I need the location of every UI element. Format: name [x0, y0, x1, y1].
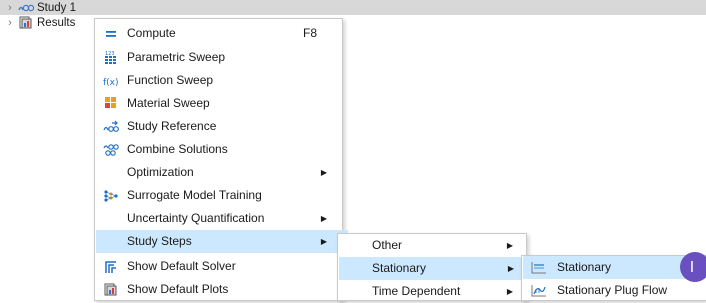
menu-item-label: Other — [372, 238, 403, 252]
solver-icon — [103, 259, 119, 274]
menu-item-compute[interactable]: Compute F8 — [96, 22, 341, 45]
study-reference-icon — [103, 119, 119, 134]
submenu-arrow-icon: ▶ — [320, 214, 327, 223]
menu-item-parametric-sweep[interactable]: 123 Parametric Sweep — [96, 46, 341, 69]
submenu-arrow-icon: ▶ — [507, 264, 514, 273]
menu-item-other[interactable]: Other ▶ — [339, 234, 525, 257]
menu-item-show-default-plots[interactable]: Show Default Plots — [96, 278, 341, 301]
stationary-icon — [531, 260, 547, 275]
menu-item-label: Parametric Sweep — [127, 50, 226, 64]
submenu-arrow-icon: ▶ — [320, 237, 327, 246]
chevron-right-icon[interactable]: › — [4, 17, 16, 29]
chevron-right-icon[interactable]: › — [4, 2, 16, 14]
menu-item-label: Compute — [127, 26, 176, 40]
menu-item-uncertainty-quantification[interactable]: Uncertainty Quantification ▶ — [96, 207, 341, 230]
study-icon — [18, 1, 34, 14]
menu-item-study-steps[interactable]: Study Steps ▶ — [96, 230, 348, 253]
svg-text:f(x): f(x) — [103, 78, 119, 87]
menu-item-label: Material Sweep — [127, 96, 210, 110]
menu-item-label: Show Default Solver — [127, 259, 236, 273]
menu-item-show-default-solver[interactable]: Show Default Solver — [96, 255, 341, 278]
menu-item-combine-solutions[interactable]: Combine Solutions — [96, 138, 341, 161]
material-sweep-icon — [103, 96, 119, 111]
menu-item-label: Stationary Plug Flow — [557, 283, 668, 297]
menu-item-label: Function Sweep — [127, 73, 214, 87]
menu-item-stationary[interactable]: Stationary — [523, 256, 705, 279]
menu-item-label: Time Dependent — [372, 284, 461, 298]
menu-item-stationary-group[interactable]: Stationary ▶ — [339, 257, 532, 280]
submenu-arrow-icon: ▶ — [320, 168, 327, 177]
menu-item-surrogate-model-training[interactable]: Surrogate Model Training — [96, 184, 341, 207]
menu-item-optimization[interactable]: Optimization ▶ — [96, 161, 341, 184]
results-icon — [18, 16, 34, 29]
menu-item-label: Stationary — [557, 260, 612, 274]
combine-solutions-icon — [103, 142, 119, 157]
study-steps-submenu: Other ▶ Stationary ▶ Time Dependent ▶ — [337, 233, 532, 303]
menu-item-label: Surrogate Model Training — [127, 188, 262, 202]
tree-item-label: Results — [37, 16, 76, 29]
cursor-badge: I — [680, 252, 706, 282]
menu-item-function-sweep[interactable]: f(x) Function Sweep — [96, 69, 341, 92]
function-sweep-icon: f(x) — [103, 73, 119, 88]
parametric-sweep-icon: 123 — [103, 50, 119, 65]
menu-item-label: Combine Solutions — [127, 142, 228, 156]
menu-item-time-dependent[interactable]: Time Dependent ▶ — [339, 280, 525, 303]
menu-item-label: Study Steps — [127, 234, 192, 248]
submenu-arrow-icon: ▶ — [506, 241, 513, 250]
menu-item-stationary-plug-flow[interactable]: Stationary Plug Flow — [523, 279, 705, 302]
plots-icon — [103, 282, 119, 297]
tree-item-label: Study 1 — [37, 1, 76, 14]
menu-item-label: Optimization — [127, 165, 194, 179]
menu-item-material-sweep[interactable]: Material Sweep — [96, 92, 341, 115]
submenu-arrow-icon: ▶ — [506, 287, 513, 296]
menu-item-label: Show Default Plots — [127, 282, 229, 296]
stationary-submenu: Stationary Stationary Plug Flow — [521, 255, 706, 301]
menu-item-study-reference[interactable]: Study Reference — [96, 115, 341, 138]
surrogate-model-icon — [103, 188, 119, 203]
stationary-plug-flow-icon — [531, 283, 547, 298]
tree-item-study-1[interactable]: › Study 1 — [0, 0, 706, 15]
menu-item-label: Uncertainty Quantification — [127, 211, 265, 225]
menu-item-label: Stationary — [372, 261, 427, 275]
shortcut-label: F8 — [302, 26, 317, 40]
study-context-menu: Compute F8 123 Parametric Sweep f(x) Fun… — [94, 18, 348, 301]
menu-item-label: Study Reference — [127, 119, 217, 133]
equals-icon — [103, 26, 119, 41]
